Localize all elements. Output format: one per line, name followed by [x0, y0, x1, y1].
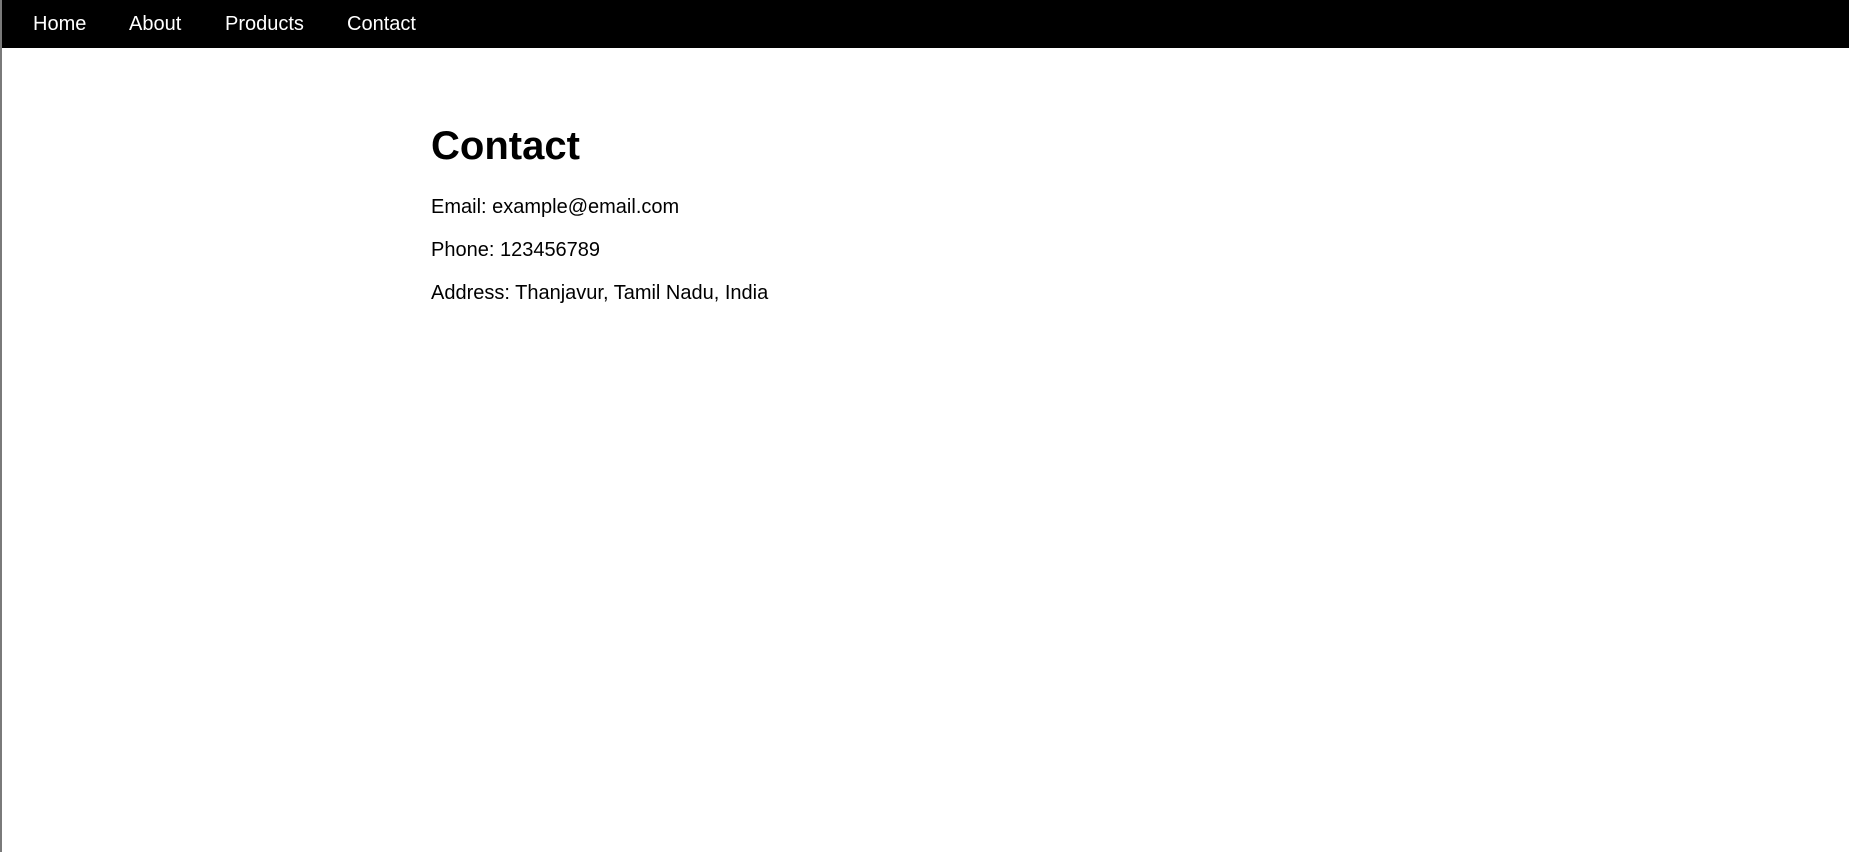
contact-email: Email: example@email.com	[431, 196, 680, 218]
main-content: Contact	[431, 118, 580, 174]
page: Home About Products Contact Contact Emai…	[0, 0, 1849, 852]
nav-link-products[interactable]: Products	[225, 12, 304, 36]
nav-link-contact[interactable]: Contact	[347, 12, 416, 36]
top-navbar: Home About Products Contact	[2, 0, 1849, 48]
nav-link-home[interactable]: Home	[33, 12, 86, 36]
contact-phone: Phone: 123456789	[431, 239, 601, 261]
page-title: Contact	[431, 124, 580, 168]
nav-link-about[interactable]: About	[129, 12, 181, 36]
contact-address: Address: Thanjavur, Tamil Nadu, India	[431, 282, 769, 304]
